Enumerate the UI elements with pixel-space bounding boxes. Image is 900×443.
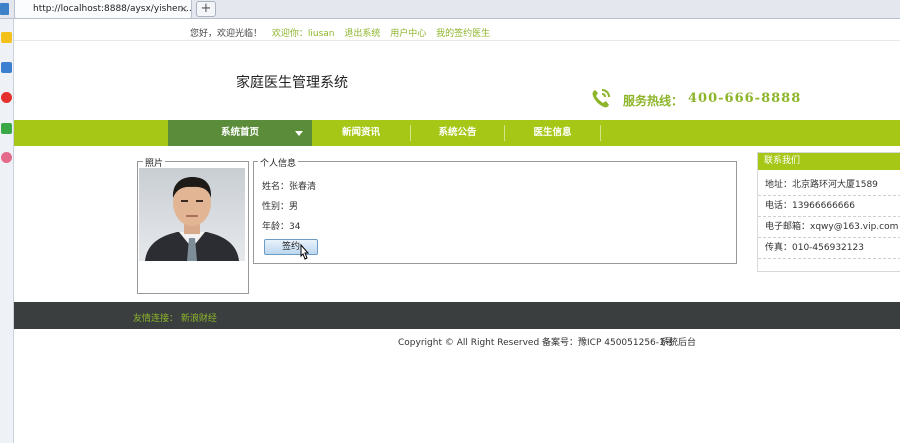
doctor-photo xyxy=(139,168,245,261)
my-doctor-link[interactable]: 我的签约医生 xyxy=(436,29,490,39)
copyright-text: Copyright © All Right Reserved 备案号：豫ICP … xyxy=(398,338,674,348)
contact-email: 电子邮箱：xqwy@163.vip.com xyxy=(758,217,900,238)
new-tab-button[interactable]: + xyxy=(196,1,216,17)
nav-item-label: 医生信息 xyxy=(533,127,572,138)
settings-icon[interactable] xyxy=(1,152,12,163)
hotline-number: 400-666-8888 xyxy=(688,91,802,106)
personal-info-legend: 个人信息 xyxy=(258,156,299,169)
top-divider xyxy=(14,40,900,41)
phone-icon xyxy=(592,89,610,108)
doctor-gender: 性别：男 xyxy=(262,202,299,212)
top-info-bar: 您好，欢迎光临！ 欢迎你：liusan 退出系统 用户中心 我的签约医生 xyxy=(190,26,497,39)
footer-links-bar: 友情连接： 新浪财经 xyxy=(14,302,900,329)
nav-item-label: 系统首页 xyxy=(220,127,259,138)
browser-tab[interactable]: http://localhost:8888/aysx/yishen... × xyxy=(14,0,192,19)
contact-phone: 电话：13966666666 xyxy=(758,196,900,217)
nav-divider xyxy=(600,125,601,141)
extension-icon[interactable] xyxy=(1,123,12,134)
app-grid-icon[interactable] xyxy=(1,62,12,73)
friend-links-label: 友情连接： xyxy=(133,314,179,324)
contact-fax: 传真：010-456932123 xyxy=(758,238,900,259)
friend-links: 友情连接： 新浪财经 xyxy=(133,311,217,324)
tab-close-icon[interactable]: × xyxy=(179,2,188,15)
favorites-star-icon[interactable] xyxy=(1,32,12,43)
logout-link[interactable]: 退出系统 xyxy=(344,29,380,39)
contact-address: 地址：北京路环河大厦1589 xyxy=(758,175,900,196)
user-center-link[interactable]: 用户中心 xyxy=(390,29,426,39)
mouse-cursor-icon xyxy=(300,244,310,260)
contact-title: 联系我们 xyxy=(758,153,900,170)
nav-item-news[interactable]: 新闻资讯 xyxy=(312,120,410,146)
site-title: 家庭医生管理系统 xyxy=(236,75,348,91)
chevron-down-icon xyxy=(295,131,303,136)
friend-link-sina-finance[interactable]: 新浪财经 xyxy=(181,314,217,324)
main-nav: 系统首页 新闻资讯 系统公告 医生信息 xyxy=(14,120,900,146)
contact-panel: 联系我们 地址：北京路环河大厦1589 电话：13966666666 电子邮箱：… xyxy=(757,152,900,272)
nav-item-label: 系统公告 xyxy=(438,127,477,138)
hotline-label: 服务热线： xyxy=(623,94,684,108)
personal-info-fieldset xyxy=(253,161,737,264)
browser-tab-bar: http://localhost:8888/aysx/yishen... × + xyxy=(0,0,900,19)
doctor-age: 年龄：34 xyxy=(262,222,301,232)
nav-item-announcements[interactable]: 系统公告 xyxy=(411,120,504,146)
weibo-icon[interactable] xyxy=(1,92,12,103)
doctor-name: 姓名：张春清 xyxy=(262,182,317,192)
welcome-user-link[interactable]: 欢迎你：liusan xyxy=(272,29,335,39)
nav-item-doctors[interactable]: 医生信息 xyxy=(505,120,600,146)
browser-tab-title: http://localhost:8888/aysx/yishen... xyxy=(33,4,192,14)
nav-item-home[interactable]: 系统首页 xyxy=(168,120,312,146)
browser-side-toolbar xyxy=(0,19,14,443)
nav-item-label: 新闻资讯 xyxy=(341,127,380,138)
admin-backend-link[interactable]: 系统后台 xyxy=(660,335,696,348)
page-favicon-icon xyxy=(0,3,9,15)
greeting-text: 您好，欢迎光临！ xyxy=(190,29,263,39)
